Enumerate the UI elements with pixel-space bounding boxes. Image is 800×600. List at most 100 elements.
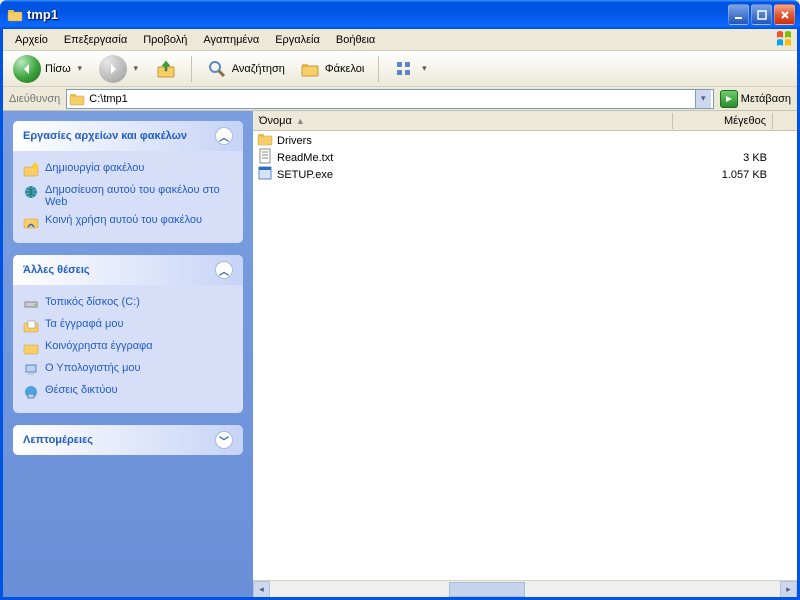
panel-head-file-tasks[interactable]: Εργασίες αρχείων και φακέλων ︿ <box>13 121 243 151</box>
windows-logo-icon <box>775 30 795 48</box>
address-input[interactable]: C:\tmp1 ▾ <box>66 89 714 109</box>
address-dropdown[interactable]: ▾ <box>695 90 711 108</box>
address-label: Διεύθυνση <box>9 93 60 105</box>
menu-file[interactable]: Αρχείο <box>7 31 56 49</box>
panel-other-places: Άλλες θέσεις ︿ Τοπικός δίσκος (C:) Τα έγ… <box>13 255 243 413</box>
globe-icon <box>23 184 39 200</box>
panel-head-other-places[interactable]: Άλλες θέσεις ︿ <box>13 255 243 285</box>
scroll-thumb[interactable] <box>449 582 526 597</box>
chevron-down-icon: ﹀ <box>215 431 233 449</box>
file-name: SETUP.exe <box>277 169 333 181</box>
window-title: tmp1 <box>27 7 728 22</box>
file-icon <box>257 165 273 184</box>
go-label: Μετάβαση <box>741 93 791 105</box>
task-publish-web[interactable]: Δημοσίευση αυτού του φακέλου στο Web <box>23 181 233 211</box>
folders-icon <box>299 58 321 80</box>
separator <box>191 56 192 82</box>
file-size: 1.057 KB <box>673 169 773 181</box>
column-name-label: Όνομα <box>259 115 292 127</box>
task-label: Δημιουργία φακέλου <box>45 162 144 174</box>
views-icon <box>393 58 415 80</box>
task-label: Δημοσίευση αυτού του φακέλου στο Web <box>45 184 233 208</box>
horizontal-scrollbar[interactable]: ◂ ▸ <box>253 580 797 597</box>
place-my-computer[interactable]: Ο Υπολογιστής μου <box>23 359 233 381</box>
menu-help[interactable]: Βοήθεια <box>328 31 383 49</box>
folder-icon <box>7 7 23 23</box>
close-button[interactable] <box>774 4 795 25</box>
scroll-right-button[interactable]: ▸ <box>780 581 797 598</box>
menu-tools[interactable]: Εργαλεία <box>267 31 328 49</box>
network-icon <box>23 384 39 400</box>
task-label: Κοινή χρήση αυτού του φακέλου <box>45 214 202 226</box>
disk-icon <box>23 296 39 312</box>
place-my-documents[interactable]: Τα έγγραφά μου <box>23 315 233 337</box>
file-name: Drivers <box>277 135 312 147</box>
up-button[interactable] <box>151 56 181 82</box>
scroll-track[interactable] <box>270 582 780 597</box>
file-row[interactable]: ReadMe.txt 3 KB <box>253 149 797 166</box>
share-folder-icon <box>23 214 39 230</box>
chevron-up-icon: ︿ <box>215 261 233 279</box>
back-dropdown[interactable]: ▾ <box>75 63 85 74</box>
place-label: Θέσεις δικτύου <box>45 384 118 396</box>
search-icon <box>206 58 228 80</box>
chevron-up-icon: ︿ <box>215 127 233 145</box>
menu-edit[interactable]: Επεξεργασία <box>56 31 135 49</box>
toolbar: Πίσω ▾ ▾ Αναζήτηση Φάκελοι ▾ <box>3 51 797 87</box>
task-share-folder[interactable]: Κοινή χρήση αυτού του φακέλου <box>23 211 233 233</box>
shared-docs-icon <box>23 340 39 356</box>
titlebar: tmp1 <box>0 0 800 29</box>
sidebar: Εργασίες αρχείων και φακέλων ︿ Δημιουργί… <box>3 111 253 597</box>
forward-button[interactable]: ▾ <box>95 53 145 85</box>
place-label: Τοπικός δίσκος (C:) <box>45 296 140 308</box>
file-row[interactable]: SETUP.exe 1.057 KB <box>253 166 797 183</box>
go-button[interactable]: Μετάβαση <box>720 90 791 108</box>
panel-title: Εργασίες αρχείων και φακέλων <box>23 130 187 142</box>
task-new-folder[interactable]: Δημιουργία φακέλου <box>23 159 233 181</box>
scroll-left-button[interactable]: ◂ <box>253 581 270 598</box>
address-path: C:\tmp1 <box>89 93 695 105</box>
file-row[interactable]: Drivers <box>253 132 797 149</box>
place-label: Τα έγγραφά μου <box>45 318 123 330</box>
place-network[interactable]: Θέσεις δικτύου <box>23 381 233 403</box>
file-list-pane: Όνομα▲ Μέγεθος Drivers ReadMe.txt 3 KB SETU… <box>253 111 797 597</box>
place-label: Ο Υπολογιστής μου <box>45 362 141 374</box>
folder-icon <box>69 91 85 107</box>
documents-icon <box>23 318 39 334</box>
minimize-button[interactable] <box>728 4 749 25</box>
place-label: Κοινόχρηστα έγγραφα <box>45 340 153 352</box>
up-folder-icon <box>155 58 177 80</box>
computer-icon <box>23 362 39 378</box>
column-size[interactable]: Μέγεθος <box>673 113 773 129</box>
forward-dropdown[interactable]: ▾ <box>131 63 141 74</box>
back-label: Πίσω <box>45 63 71 75</box>
place-local-disk[interactable]: Τοπικός δίσκος (C:) <box>23 293 233 315</box>
views-button[interactable]: ▾ <box>389 56 433 82</box>
views-dropdown[interactable]: ▾ <box>419 63 429 74</box>
separator <box>378 56 379 82</box>
search-label: Αναζήτηση <box>232 63 285 75</box>
column-name[interactable]: Όνομα▲ <box>253 113 673 129</box>
maximize-button[interactable] <box>751 4 772 25</box>
menu-view[interactable]: Προβολή <box>135 31 195 49</box>
panel-file-tasks: Εργασίες αρχείων και φακέλων ︿ Δημιουργί… <box>13 121 243 243</box>
new-folder-icon <box>23 162 39 178</box>
back-arrow-icon <box>13 55 41 83</box>
folders-button[interactable]: Φάκελοι <box>295 56 368 82</box>
menu-favorites[interactable]: Αγαπημένα <box>195 31 267 49</box>
go-arrow-icon <box>720 90 738 108</box>
menubar: Αρχείο Επεξεργασία Προβολή Αγαπημένα Εργ… <box>3 29 797 51</box>
column-size-label: Μέγεθος <box>724 115 766 127</box>
folders-label: Φάκελοι <box>325 63 364 75</box>
panel-details: Λεπτομέρειες ﹀ <box>13 425 243 455</box>
back-button[interactable]: Πίσω ▾ <box>9 53 89 85</box>
column-headers: Όνομα▲ Μέγεθος <box>253 111 797 131</box>
panel-title: Άλλες θέσεις <box>23 264 90 276</box>
file-size: 3 KB <box>673 152 773 164</box>
panel-head-details[interactable]: Λεπτομέρειες ﹀ <box>13 425 243 455</box>
place-shared-documents[interactable]: Κοινόχρηστα έγγραφα <box>23 337 233 359</box>
panel-title: Λεπτομέρειες <box>23 434 93 446</box>
file-name: ReadMe.txt <box>277 152 333 164</box>
search-button[interactable]: Αναζήτηση <box>202 56 289 82</box>
address-bar: Διεύθυνση C:\tmp1 ▾ Μετάβαση <box>3 87 797 111</box>
